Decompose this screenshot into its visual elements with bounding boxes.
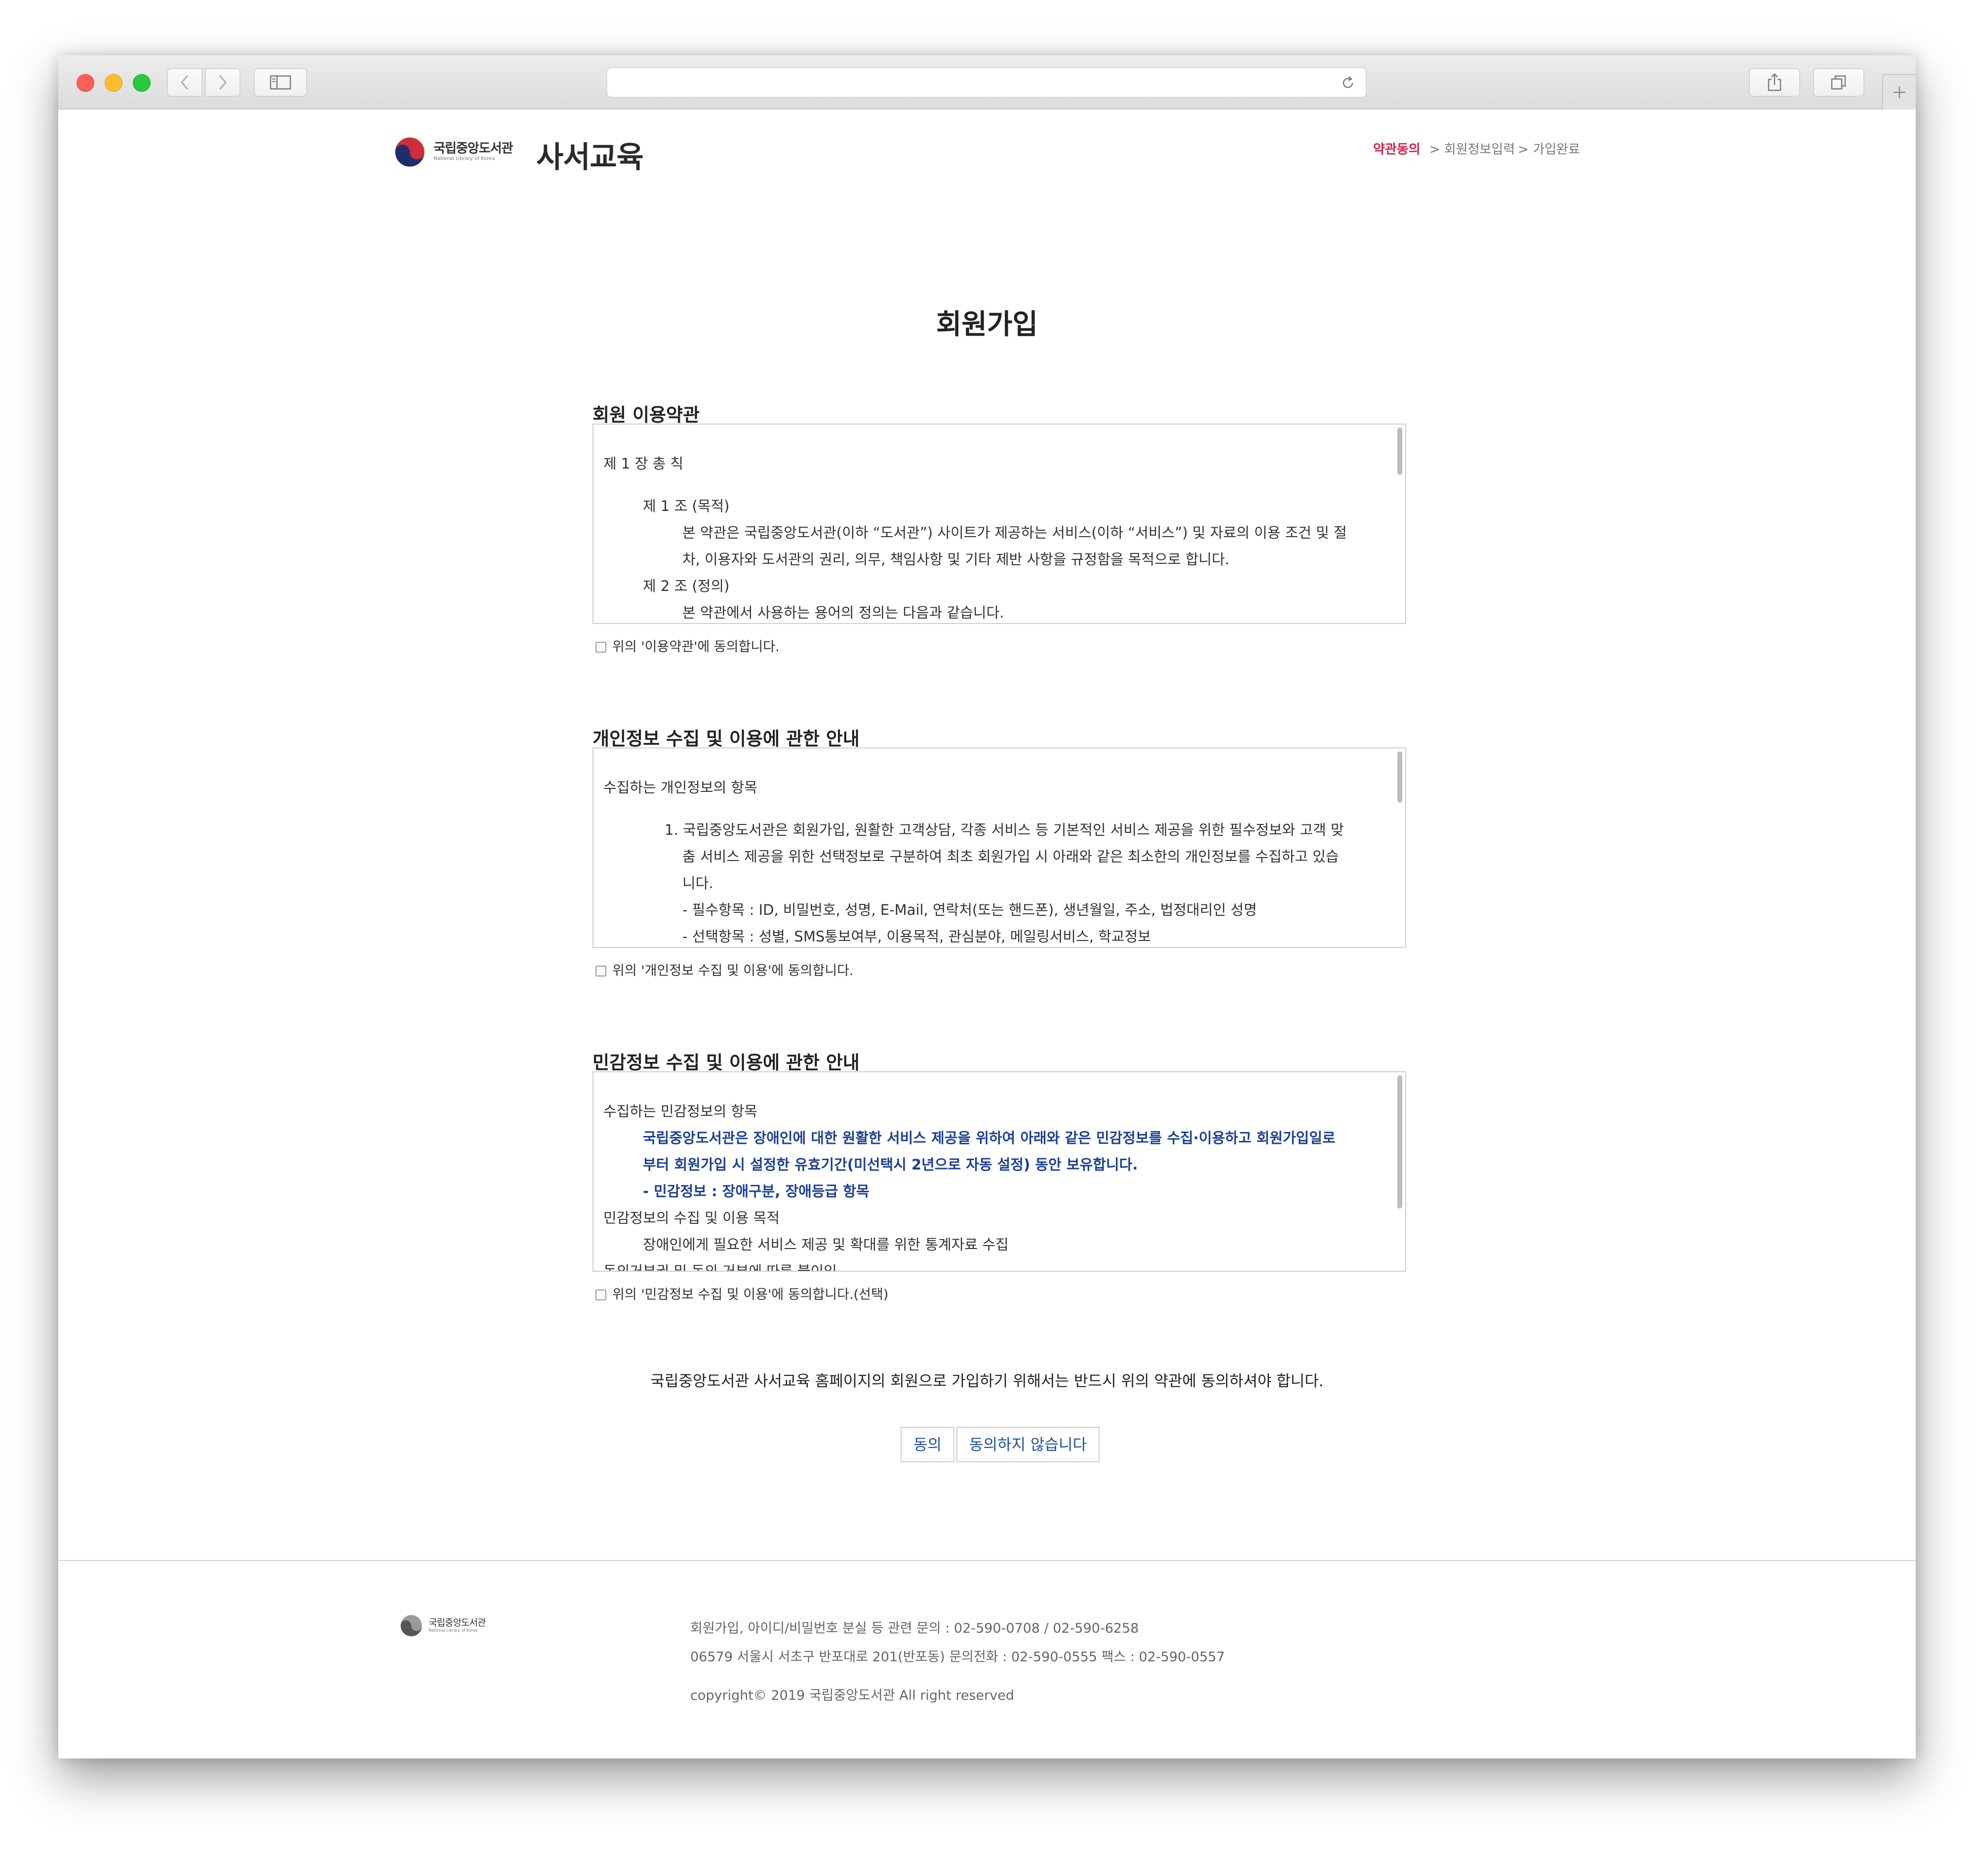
- sensitive-agree-checkbox[interactable]: [595, 1290, 606, 1300]
- disagree-button[interactable]: 동의하지 않습니다: [956, 1427, 1100, 1462]
- close-window-button[interactable]: [77, 74, 94, 92]
- page-title: 회원가입: [936, 309, 1038, 341]
- share-button[interactable]: [1749, 68, 1800, 97]
- minimize-window-button[interactable]: [105, 74, 122, 92]
- privacy-agree[interactable]: 위의 '개인정보 수집 및 이용'에 동의합니다.: [595, 960, 854, 979]
- address-bar[interactable]: [606, 67, 1367, 98]
- privacy-line: - 선택항목 : 성별, SMS통보여부, 이용목적, 관심분야, 메일링서비스…: [682, 928, 1151, 945]
- sensitive-line: 민감정보의 수집 및 이용 목적: [603, 1210, 780, 1226]
- sensitive-scrollbar[interactable]: [1397, 1075, 1402, 1209]
- page-content: 국립중앙도서관 National Library of Korea 사서교육 약…: [58, 110, 1916, 1759]
- forward-button[interactable]: [205, 68, 240, 97]
- privacy-content: 수집하는 개인정보의 항목 1. 국립중앙도서관은 회원가입, 원활한 고객상담…: [603, 774, 1385, 947]
- signup-steps: 약관동의 > 회원정보입력 > 가입완료: [1373, 139, 1580, 157]
- terms-line: 본 약관은 국립중앙도서관(이하 “도서관”) 사이트가 제공하는 서비스(이하…: [682, 524, 1347, 541]
- plus-icon: [1894, 86, 1905, 98]
- footer-copyright: copyright© 2019 국립중앙도서관 All right reserv…: [690, 1688, 1014, 1703]
- sensitive-line: - 민감정보 : 장애구분, 장애등급 항목: [643, 1183, 869, 1200]
- terms-content: 제 1 장 총 칙 제 1 조 (목적) 본 약관은 국립중앙도서관(이하 “도…: [603, 450, 1385, 623]
- terms-title: 회원 이용약관: [592, 404, 700, 426]
- footer-address: 06579 서울시 서초구 반포대로 201(반포동) 문의전화 : 02-59…: [690, 1649, 1225, 1665]
- terms-section: 회원 이용약관 제 1 장 총 칙 제 1 조 (목적) 본 약관은 국립중앙도…: [592, 400, 1406, 657]
- footer-contact: 회원가입, 아이디/비밀번호 분실 등 관련 문의 : 02-590-0708 …: [690, 1621, 1139, 1636]
- sensitive-line: 동의거부권 및 동의 거부에 따른 불이익: [603, 1263, 837, 1272]
- site-title[interactable]: 사서교육: [536, 133, 644, 176]
- back-button[interactable]: [167, 68, 202, 97]
- library-logo[interactable]: 국립중앙도서관 National Library of Korea: [394, 135, 542, 170]
- new-tab-button[interactable]: [1882, 74, 1916, 110]
- reload-icon[interactable]: [1340, 75, 1356, 91]
- footer-logo-english: National Library of Korea: [429, 1628, 478, 1633]
- privacy-line: 춤 서비스 제공을 위한 선택정보로 구분하여 최초 회원가입 시 아래와 같은…: [682, 848, 1339, 865]
- forward-icon: [219, 75, 227, 90]
- privacy-line: - 필수항목 : ID, 비밀번호, 성명, E-Mail, 연락처(또는 핸드…: [682, 901, 1257, 918]
- back-icon: [181, 75, 189, 90]
- terms-line: 제 2 조 (정의): [643, 578, 730, 594]
- sensitive-line: 수집하는 민감정보의 항목: [603, 1103, 757, 1120]
- privacy-line: 수집하는 개인정보의 항목: [603, 779, 757, 796]
- step-current: 약관동의: [1373, 142, 1421, 157]
- share-icon: [1768, 73, 1781, 91]
- sensitive-agree[interactable]: 위의 '민감정보 수집 및 이용'에 동의합니다.(선택): [595, 1284, 888, 1303]
- sensitive-line: 장애인에게 필요한 서비스 제공 및 확대를 위한 통계자료 수집: [643, 1236, 1009, 1253]
- tabs-icon: [1831, 75, 1846, 90]
- show-tabs-button[interactable]: [1813, 68, 1864, 97]
- terms-line: 본 약관에서 사용하는 용어의 정의는 다음과 같습니다.: [682, 604, 1004, 621]
- privacy-agree-checkbox[interactable]: [595, 966, 606, 977]
- action-buttons: 동의 동의하지 않습니다: [901, 1427, 1102, 1462]
- sensitive-line: 국립중앙도서관은 장애인에 대한 원활한 서비스 제공을 위하여 아래와 같은 …: [643, 1130, 1336, 1146]
- sensitive-title: 민감정보 수집 및 이용에 관한 안내: [592, 1052, 860, 1073]
- footer-logo-korean: 국립중앙도서관: [429, 1617, 486, 1628]
- step-member-info: > 회원정보입력: [1429, 142, 1515, 157]
- browser-toolbar: [58, 55, 1916, 110]
- terms-line: 제 1 조 (목적): [643, 498, 730, 514]
- privacy-textbox[interactable]: 수집하는 개인정보의 항목 1. 국립중앙도서관은 회원가입, 원활한 고객상담…: [592, 747, 1406, 948]
- sensitive-content: 수집하는 민감정보의 항목 국립중앙도서관은 장애인에 대한 원활한 서비스 제…: [603, 1098, 1385, 1272]
- sensitive-agree-label: 위의 '민감정보 수집 및 이용'에 동의합니다.(선택): [612, 1287, 889, 1302]
- footer-library-logo-icon: [400, 1615, 422, 1637]
- terms-textbox[interactable]: 제 1 장 총 칙 제 1 조 (목적) 본 약관은 국립중앙도서관(이하 “도…: [592, 424, 1406, 624]
- terms-line: 제 1 장 총 칙: [603, 455, 684, 472]
- agreement-notice: 국립중앙도서관 사서교육 홈페이지의 회원으로 가입하기 위해서는 반드시 위의…: [650, 1372, 1324, 1390]
- sensitive-textbox[interactable]: 수집하는 민감정보의 항목 국립중앙도서관은 장애인에 대한 원활한 서비스 제…: [592, 1071, 1406, 1272]
- library-logo-icon: [395, 137, 425, 167]
- footer-logo: 국립중앙도서관 National Library of Korea: [400, 1613, 499, 1638]
- privacy-line: 1. 국립중앙도서관은 회원가입, 원활한 고객상담, 각종 서비스 등 기본적…: [665, 821, 1344, 838]
- agree-button[interactable]: 동의: [901, 1427, 955, 1462]
- sidebar-toggle-button[interactable]: [254, 68, 307, 97]
- sensitive-line: 부터 회원가입 시 설정한 유효기간(미선택시 2년으로 자동 설정) 동안 보…: [643, 1156, 1138, 1173]
- logo-korean-text: 국립중앙도서관: [434, 141, 513, 156]
- privacy-agree-label: 위의 '개인정보 수집 및 이용'에 동의합니다.: [612, 963, 854, 978]
- sidebar-icon: [270, 75, 291, 90]
- footer-info: 회원가입, 아이디/비밀번호 분실 등 관련 문의 : 02-590-0708 …: [690, 1614, 1225, 1710]
- terms-scrollbar[interactable]: [1397, 428, 1402, 475]
- logo-english-text: National Library of Korea: [434, 156, 495, 161]
- privacy-scrollbar[interactable]: [1397, 751, 1402, 803]
- privacy-line: 니다.: [682, 875, 713, 892]
- privacy-section: 개인정보 수집 및 이용에 관한 안내 수집하는 개인정보의 항목 1. 국립중…: [592, 724, 1406, 980]
- step-complete: > 가입완료: [1518, 142, 1580, 157]
- footer: 국립중앙도서관 National Library of Korea 회원가입, …: [58, 1560, 1916, 1759]
- terms-agree-checkbox[interactable]: [595, 642, 606, 653]
- browser-window: 국립중앙도서관 National Library of Korea 사서교육 약…: [58, 55, 1916, 1759]
- privacy-title: 개인정보 수집 및 이용에 관한 안내: [592, 728, 860, 749]
- zoom-window-button[interactable]: [133, 74, 151, 92]
- terms-line: 차, 이용자와 도서관의 권리, 의무, 책임사항 및 기타 제반 사항을 규정…: [682, 551, 1229, 568]
- terms-agree-label: 위의 '이용약관'에 동의합니다.: [612, 639, 780, 655]
- sensitive-section: 민감정보 수집 및 이용에 관한 안내 수집하는 민감정보의 항목 국립중앙도서…: [592, 1048, 1406, 1304]
- terms-agree[interactable]: 위의 '이용약관'에 동의합니다.: [595, 636, 780, 655]
